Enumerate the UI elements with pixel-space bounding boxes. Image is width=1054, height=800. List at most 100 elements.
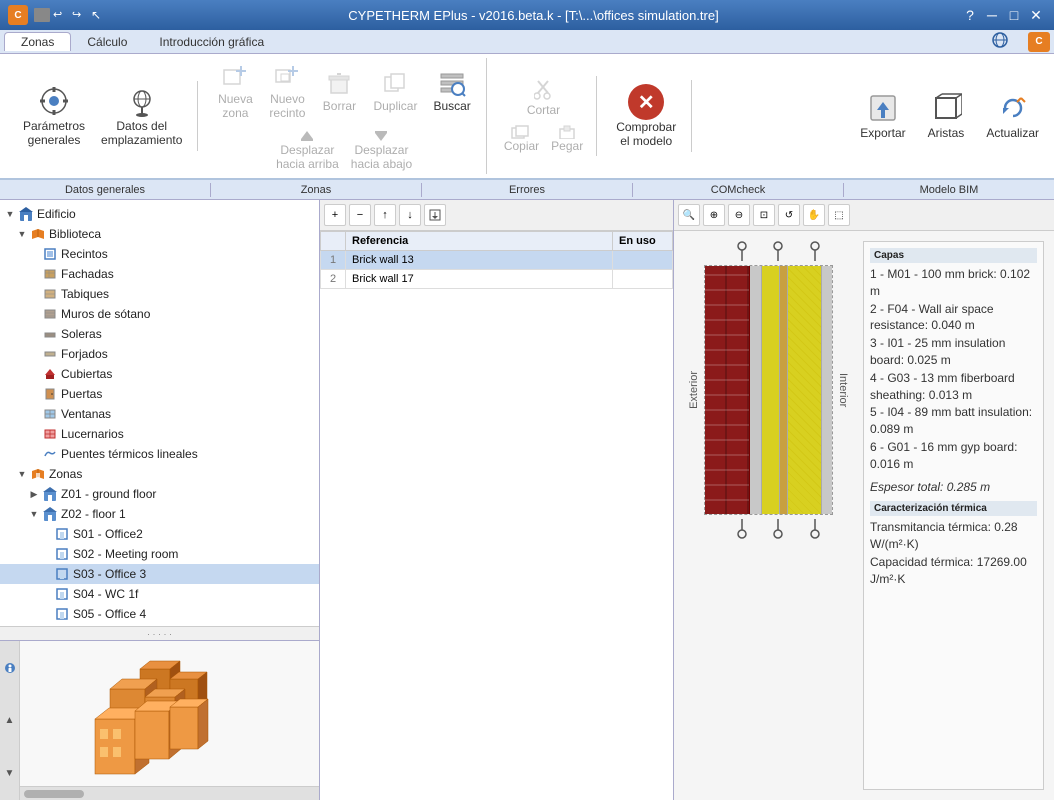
viz-btn-zoom-plus[interactable]: ⊕ [703,204,725,226]
minimize-btn[interactable]: ─ [982,5,1002,25]
preview-panel: ▲ ▼ [0,640,319,800]
desplazar-arriba-btn[interactable]: Desplazar hacia arriba [271,126,344,174]
actualizar-btn[interactable]: Actualizar [979,88,1046,144]
toolbar-datos-generales: Parámetros generales Datos del emplazami… [8,81,198,151]
wall-layers [704,265,833,515]
layer-fiberboard [780,266,788,514]
titlebar-cursor-btn[interactable]: ↖ [91,8,107,22]
table-down-btn[interactable]: ↓ [399,204,421,226]
table-row[interactable]: 2 Brick wall 17 [321,270,673,289]
exportar-btn[interactable]: Exportar [853,88,912,144]
toolbar-errores: ✕ Comprobar el modelo [601,80,692,152]
nuevo-recinto-btn[interactable]: Nuevo recinto [262,58,312,124]
preview-scrollbar[interactable] [20,786,319,800]
tabiques-icon [42,286,58,302]
buscar-btn[interactable]: Buscar [426,65,477,117]
move-buttons: Desplazar hacia arriba Desplazar hacia a… [271,126,417,174]
exterior-label: Exterior [684,367,704,413]
puentes-termicos-label: Puentes térmicos lineales [61,447,198,461]
preview-nav-icon[interactable] [0,641,19,694]
titlebar-redo-btn[interactable]: ↪ [72,8,88,22]
tree-item-puentes-termicos[interactable]: Puentes térmicos lineales [0,444,319,464]
tree-item-biblioteca[interactable]: ▼ Biblioteca [0,224,319,244]
tree-item-s03[interactable]: S03 - Office 3 [0,564,319,584]
viz-btn-fit[interactable]: ⊡ [753,204,775,226]
z01-label: Z01 - ground floor [61,487,156,501]
tree-item-cubiertas[interactable]: Cubiertas [0,364,319,384]
maximize-btn[interactable]: □ [1004,5,1024,25]
preview-down-btn[interactable]: ▼ [0,747,19,800]
cortar-btn[interactable]: Cortar [522,76,565,120]
pegar-btn[interactable]: Pegar [546,122,588,156]
tree-item-s05[interactable]: S05 - Office 4 [0,604,319,624]
layer-info-6: 6 - G01 - 16 mm gyp board: 0.016 m [870,439,1037,473]
s03-icon [54,566,70,582]
titlebar-undo-btn[interactable]: ↩ [53,8,69,22]
tree-item-edificio[interactable]: ▼ Edificio [0,204,319,224]
emplazamiento-label: Datos del [116,119,167,133]
duplicar-btn[interactable]: Duplicar [366,65,424,117]
comprobar-modelo-btn[interactable]: ✕ Comprobar el modelo [609,80,683,152]
tree-item-s01[interactable]: S01 - Office2 [0,524,319,544]
cyp-logo-btn[interactable]: C [1028,32,1050,52]
s01-icon [54,526,70,542]
datos-emplazamiento-btn[interactable]: Datos del emplazamiento [94,81,189,151]
puertas-icon [42,386,58,402]
section-label-datos: Datos generales [0,183,211,197]
table-import-btn[interactable] [424,204,446,226]
help-globe-btn[interactable] [974,30,1026,53]
soleras-icon [42,326,58,342]
viz-btn-zoom-in[interactable]: 🔍 [678,204,700,226]
borrar-btn[interactable]: Borrar [314,65,364,117]
viz-btn-select[interactable]: ⬚ [828,204,850,226]
tree-item-soleras[interactable]: Soleras [0,324,319,344]
layer-info-2: 2 - F04 - Wall air space resistance: 0.0… [870,301,1037,335]
viz-btn-zoom-minus[interactable]: ⊖ [728,204,750,226]
close-btn[interactable]: ✕ [1026,5,1046,25]
lucernarios-label: Lucernarios [61,427,124,441]
nueva-zona-btn[interactable]: Nueva zona [210,58,260,124]
preview-scrollbar-thumb[interactable] [24,790,84,798]
table-add-btn[interactable]: + [324,204,346,226]
menu-tab-calculo[interactable]: Cálculo [71,33,143,51]
viz-btn-pan[interactable]: ✋ [803,204,825,226]
tree-item-muros-sotano[interactable]: Muros de sótano [0,304,319,324]
parametros-generales-btn[interactable]: Parámetros generales [16,81,92,151]
zonas-icon [30,466,46,482]
s02-label: S02 - Meeting room [73,547,178,561]
tree-item-s02[interactable]: S02 - Meeting room [0,544,319,564]
tree-item-z01[interactable]: ▶ Z01 - ground floor [0,484,319,504]
tree-item-ventanas[interactable]: Ventanas [0,404,319,424]
tree-item-forjados[interactable]: Forjados [0,344,319,364]
preview-up-btn[interactable]: ▲ [0,694,19,747]
tree-item-zonas[interactable]: ▼ Zonas [0,464,319,484]
nueva-zona-label: Nueva [218,92,253,106]
menu-tab-zonas[interactable]: Zonas [4,32,71,51]
error-icon: ✕ [628,84,664,120]
tree-item-lucernarios[interactable]: Lucernarios [0,424,319,444]
actualizar-label: Actualizar [986,126,1039,140]
tree-item-puertas[interactable]: Puertas [0,384,319,404]
copiar-btn[interactable]: Copiar [499,122,544,156]
tree-item-s04[interactable]: S04 - WC 1f [0,584,319,604]
tree-item-recintos[interactable]: Recintos [0,244,319,264]
borrar-label: Borrar [323,99,356,113]
table-up-btn[interactable]: ↑ [374,204,396,226]
tree-item-fachadas[interactable]: Fachadas [0,264,319,284]
aristas-btn[interactable]: Aristas [921,88,972,144]
tree-item-z02[interactable]: ▼ Z02 - floor 1 [0,504,319,524]
help-btn[interactable]: ? [960,5,980,25]
viz-btn-rotate[interactable]: ↺ [778,204,800,226]
edit-buttons: Cortar [522,76,565,120]
table-row[interactable]: 1 Brick wall 13 [321,251,673,270]
titlebar-save-btn[interactable] [34,8,50,22]
menu-tab-intro-grafica[interactable]: Introducción gráfica [143,33,280,51]
desplazar-abajo-btn[interactable]: Desplazar hacia abajo [346,126,417,174]
copy-paste-buttons: Copiar Pegar [499,122,588,156]
wall-diagram: Exterior [684,241,853,790]
col-en-uso: En uso [613,232,673,251]
table-remove-btn[interactable]: − [349,204,371,226]
tree-item-tabiques[interactable]: Tabiques [0,284,319,304]
caracterizacion-title: Caracterización térmica [870,501,1037,516]
preview-3d-view [80,649,260,792]
